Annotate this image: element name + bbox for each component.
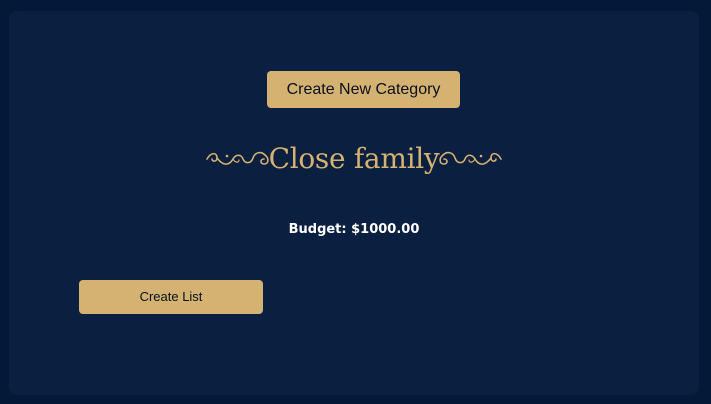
category-heading: Close family — [195, 136, 513, 180]
category-title: Close family — [268, 141, 440, 175]
create-list-button[interactable]: Create List — [79, 280, 263, 314]
create-new-category-button[interactable]: Create New Category — [267, 71, 460, 108]
category-panel: Create New Category Close family Budget:… — [9, 11, 699, 395]
flourish-right-icon — [439, 151, 503, 165]
flourish-left-icon — [205, 151, 269, 165]
budget-text: Budget: $1000.00 — [288, 222, 420, 237]
